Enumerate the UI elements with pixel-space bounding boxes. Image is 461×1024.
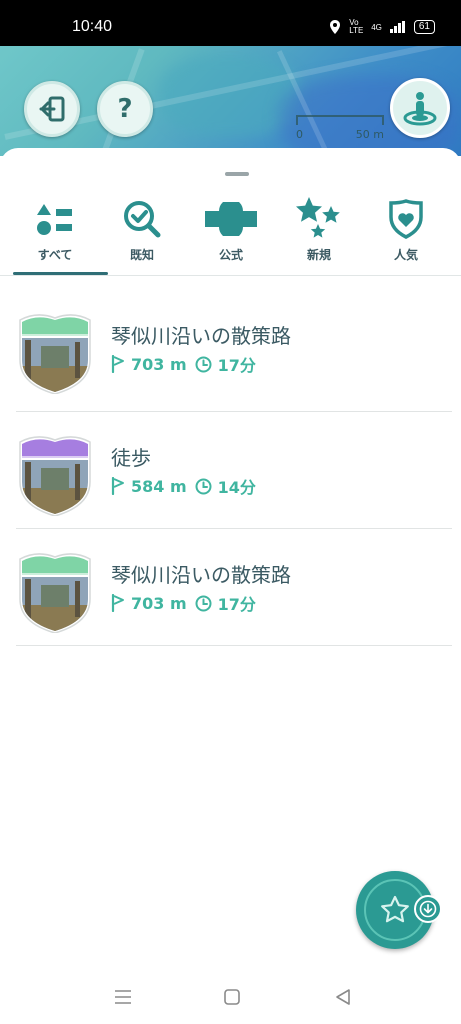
banner-icon xyxy=(203,198,259,240)
avatar-button[interactable] xyxy=(390,78,450,138)
download-badge[interactable] xyxy=(414,895,442,923)
menu-nav-button[interactable] xyxy=(112,986,134,1008)
clock-icon xyxy=(195,595,212,611)
back-nav-button[interactable] xyxy=(332,986,354,1008)
home-square-icon xyxy=(224,989,240,1005)
route-meta: 584 m 14分 xyxy=(111,474,256,498)
tab-new[interactable]: 新規 xyxy=(274,190,364,276)
route-title: 琴似川沿いの散策路 xyxy=(111,324,291,348)
route-duration: 17分 xyxy=(217,356,256,375)
status-icons: Vo LTE 4G 61 xyxy=(329,19,435,35)
route-distance: 703 m xyxy=(131,354,187,374)
tab-all-label: すべて xyxy=(37,248,73,262)
filter-tabs: すべて 既知 公式 新規 人気 xyxy=(0,190,461,276)
selected-tab-indicator xyxy=(13,272,108,275)
route-badge-icon xyxy=(19,553,91,633)
route-distance: 584 m xyxy=(131,476,187,496)
tab-official[interactable]: 公式 xyxy=(186,190,276,276)
location-icon xyxy=(330,20,341,34)
status-bar: 10:40 Vo LTE 4G 61 xyxy=(0,0,461,46)
help-icon: ? xyxy=(117,94,133,124)
signal-icon xyxy=(389,21,405,33)
help-button[interactable]: ? xyxy=(97,81,153,137)
tab-new-label: 新規 xyxy=(306,248,331,262)
exit-button[interactable] xyxy=(24,81,80,137)
route-item[interactable]: 徒歩 584 m 14分 xyxy=(16,412,452,529)
route-badge-icon xyxy=(19,436,91,516)
download-arrow-icon xyxy=(419,900,437,918)
tab-popular-label: 人気 xyxy=(393,248,418,262)
heart-shield-icon xyxy=(388,198,424,240)
flag-icon xyxy=(111,355,124,373)
route-distance: 703 m xyxy=(131,593,187,613)
clock-icon xyxy=(195,356,212,372)
tab-popular[interactable]: 人気 xyxy=(361,190,451,276)
map-scale: 0 50 m xyxy=(296,115,384,141)
back-triangle-icon xyxy=(336,989,350,1005)
battery-indicator: 61 xyxy=(413,20,435,34)
system-nav-bar xyxy=(0,970,461,1024)
tab-known-label: 既知 xyxy=(129,248,154,262)
route-title: 琴似川沿いの散策路 xyxy=(111,563,291,587)
clock-icon xyxy=(195,478,212,494)
route-duration: 17分 xyxy=(217,595,256,614)
status-time: 10:40 xyxy=(72,18,113,35)
route-list: 琴似川沿いの散策路 703 m 17分 徒歩 584 m 14分 琴似川沿いの散策路 703 … xyxy=(16,290,452,646)
menu-icon xyxy=(115,990,131,1004)
home-nav-button[interactable] xyxy=(221,986,243,1008)
sheet-handle[interactable] xyxy=(225,172,249,176)
exit-icon xyxy=(39,96,65,122)
all-list-icon xyxy=(35,198,75,240)
route-duration: 14分 xyxy=(217,478,256,497)
route-title: 徒歩 xyxy=(111,446,151,470)
flag-icon xyxy=(111,477,124,495)
signal-label: 4G xyxy=(371,22,382,32)
route-meta: 703 m 17分 xyxy=(111,591,256,615)
magnifier-check-icon xyxy=(122,198,162,240)
tab-official-label: 公式 xyxy=(218,248,243,262)
scale-right-label: 50 m xyxy=(355,128,384,141)
scale-left-label: 0 xyxy=(296,128,303,141)
stars-icon xyxy=(295,197,343,240)
tab-known[interactable]: 既知 xyxy=(97,190,187,276)
tab-all[interactable]: すべて xyxy=(10,190,100,276)
network-label: Vo LTE xyxy=(349,18,364,35)
flag-icon xyxy=(111,594,124,612)
route-badge-icon xyxy=(19,314,91,394)
route-item[interactable]: 琴似川沿いの散策路 703 m 17分 xyxy=(16,290,452,412)
person-location-icon xyxy=(403,92,437,126)
route-item[interactable]: 琴似川沿いの散策路 703 m 17分 xyxy=(16,529,452,646)
scale-bar xyxy=(296,115,384,125)
route-meta: 703 m 17分 xyxy=(111,352,256,376)
star-icon xyxy=(381,895,409,923)
